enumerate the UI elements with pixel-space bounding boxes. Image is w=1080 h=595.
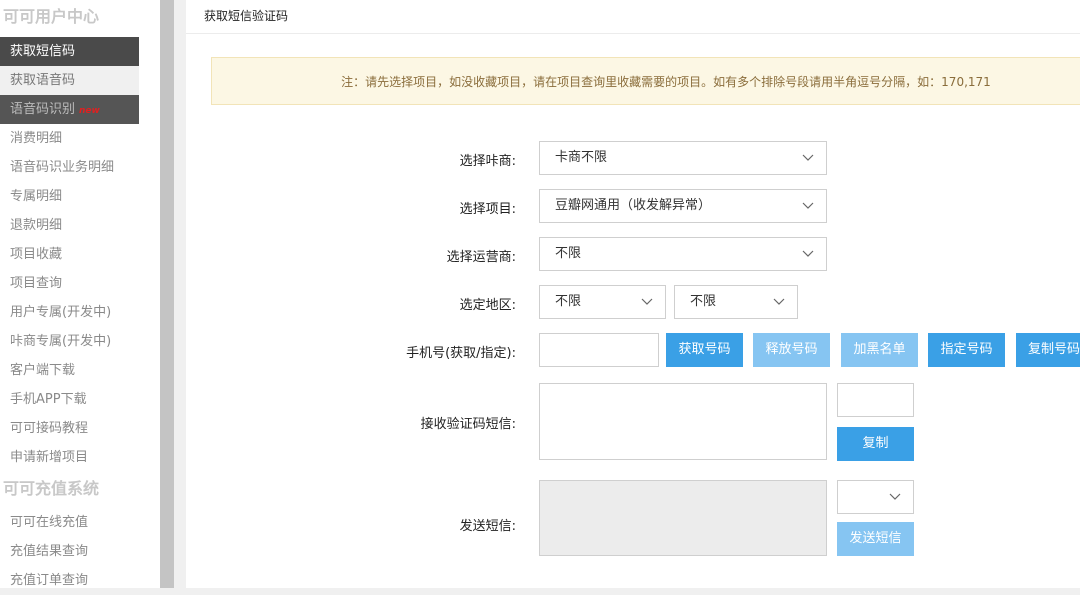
sidebar-item-label: 项目收藏 [10,247,63,262]
sidebar-item-label: 语音码识别 [10,102,76,117]
project-label: 选择项目: [459,202,516,217]
copy-code-button[interactable]: 复制 [837,427,914,461]
sidebar-item-app-download[interactable]: 手机APP下载 [0,385,139,414]
sidebar-item-label: 获取语音码 [10,73,76,88]
send-sms-button[interactable]: 发送短信 [837,522,914,556]
sidebar-item-label: 充值结果查询 [10,544,89,559]
merchant-select[interactable]: 卡商不限 [539,141,827,175]
sidebar-section-user-center: 可可用户中心 [3,7,100,26]
chevron-down-icon [802,238,814,270]
sidebar-item-label: 用户专属(开发中) [10,305,112,320]
sidebar-item-label: 手机APP下载 [10,392,87,407]
sidebar-item-label: 申请新增项目 [10,450,89,465]
release-number-button[interactable]: 释放号码 [753,333,830,367]
sidebar-item-label: 语音码识业务明细 [10,160,115,175]
send-sms-textarea [539,480,827,556]
chevron-down-icon [889,481,901,513]
sidebar-item-label: 获取短信码 [10,44,76,59]
region-city-select[interactable]: 不限 [674,285,798,319]
sidebar-section-recharge: 可可充值系统 [3,479,100,498]
sidebar-item-project-query[interactable]: 项目查询 [0,269,139,298]
merchant-select-value: 卡商不限 [555,150,608,165]
assign-number-button[interactable]: 指定号码 [928,333,1005,367]
sidebar-item-merchant-exclusive[interactable]: 咔商专属(开发中) [0,327,139,356]
region-label: 选定地区: [459,298,516,313]
notice-banner: 注：请先选择项目，如没收藏项目，请在项目查询里收藏需要的项目。如有多个排除号段请… [211,57,1080,105]
region-province-value: 不限 [555,294,582,309]
sidebar-item-label: 客户端下载 [10,363,76,378]
sidebar-item-label: 退款明细 [10,218,63,233]
carrier-label: 选择运营商: [446,250,516,265]
sidebar-item-refund-detail[interactable]: 退款明细 [0,211,139,240]
sidebar-item-get-sms-code[interactable]: 获取短信码 [0,37,139,66]
sidebar-item-label: 可可在线充值 [10,515,89,530]
region-city-value: 不限 [690,294,717,309]
sidebar-item-label: 充值订单查询 [10,573,89,588]
sidebar-item-tutorial[interactable]: 可可接码教程 [0,414,139,443]
carrier-select-value: 不限 [555,246,582,261]
copy-number-button[interactable]: 复制号码 [1016,333,1080,367]
phone-label: 手机号(获取/指定): [406,346,516,361]
chevron-down-icon [802,142,814,174]
sidebar-item-consumption-detail[interactable]: 消费明细 [0,124,139,153]
sidebar: 可可用户中心 获取短信码 获取语音码 语音码识别 new 消费明细 语音码识业务明… [0,0,160,588]
sidebar-item-project-favorites[interactable]: 项目收藏 [0,240,139,269]
send-sms-label: 发送短信: [459,519,516,534]
carrier-select[interactable]: 不限 [539,237,827,271]
sidebar-item-label: 消费明细 [10,131,63,146]
sidebar-item-label: 咔商专属(开发中) [10,334,112,349]
sidebar-item-label: 项目查询 [10,276,63,291]
main-panel: 获取短信验证码 注：请先选择项目，如没收藏项目，请在项目查询里收藏需要的项目。如… [186,0,1080,588]
sidebar-item-client-download[interactable]: 客户端下载 [0,356,139,385]
sidebar-item-label: 可可接码教程 [10,421,89,436]
project-select[interactable]: 豆瓣网通用（收发解异常） [539,189,827,223]
send-target-select[interactable] [837,480,914,514]
sidebar-item-label: 专属明细 [10,189,63,204]
sidebar-scrollbar[interactable] [160,0,174,588]
sidebar-item-online-recharge[interactable]: 可可在线充值 [0,508,139,537]
chevron-down-icon [773,286,785,318]
sms-content-textarea[interactable] [539,383,827,460]
sms-receive-label: 接收验证码短信: [420,417,516,432]
sidebar-item-recharge-orders[interactable]: 充值订单查询 [0,566,139,595]
sidebar-item-exclusive-detail[interactable]: 专属明细 [0,182,139,211]
sidebar-item-apply-new-project[interactable]: 申请新增项目 [0,443,139,472]
sidebar-item-voice-business-detail[interactable]: 语音码识业务明细 [0,153,139,182]
get-number-button[interactable]: 获取号码 [666,333,743,367]
chevron-down-icon [641,286,653,318]
project-select-value: 豆瓣网通用（收发解异常） [555,198,712,213]
sidebar-item-recharge-result[interactable]: 充值结果查询 [0,537,139,566]
add-blacklist-button[interactable]: 加黑名单 [841,333,918,367]
region-province-select[interactable]: 不限 [539,285,666,319]
new-badge: new [79,106,100,116]
sidebar-item-get-voice-code[interactable]: 获取语音码 [0,66,139,95]
sidebar-item-voice-code-recognition[interactable]: 语音码识别 new [0,95,139,124]
sms-code-input[interactable] [837,383,914,417]
phone-number-input[interactable] [539,333,659,367]
merchant-label: 选择咔商: [459,154,516,169]
page-title: 获取短信验证码 [186,0,1080,34]
chevron-down-icon [802,190,814,222]
sidebar-item-user-exclusive[interactable]: 用户专属(开发中) [0,298,139,327]
